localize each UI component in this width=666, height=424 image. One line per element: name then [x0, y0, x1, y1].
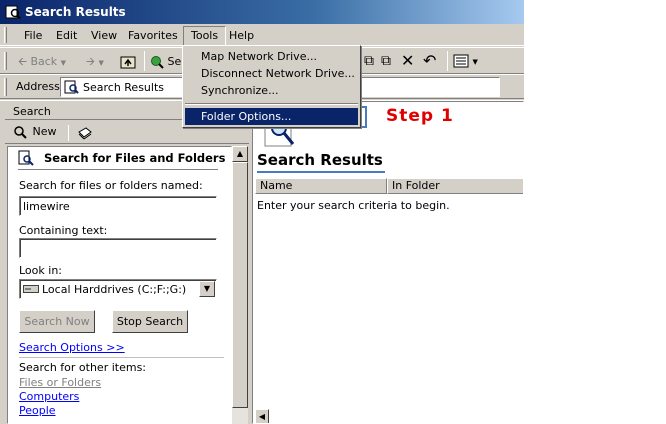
drive-icon	[23, 285, 39, 293]
copy-to-icon[interactable]: ⧉	[381, 53, 391, 69]
search-now-button[interactable]: Search Now	[19, 310, 95, 333]
toolbar-separator-2	[447, 51, 448, 71]
toolbar-separator	[144, 51, 145, 71]
new-search-label: New	[32, 125, 57, 138]
named-input[interactable]: limewire	[19, 196, 217, 216]
forward-button[interactable]: 🡪 ▼	[86, 51, 104, 72]
chevron-down-icon: ▼	[203, 284, 211, 293]
stop-search-button[interactable]: Stop Search	[112, 310, 188, 333]
results-pane: Search Results Name In Folder Enter your…	[252, 101, 524, 424]
other-item-computers-link[interactable]: Computers	[19, 390, 79, 403]
other-items-label: Search for other items:	[19, 361, 146, 374]
column-header-name[interactable]: Name	[255, 178, 387, 194]
menu-separator	[185, 103, 358, 105]
menu-bar: File Edit View Favorites Tools Help	[0, 24, 524, 46]
named-input-value: limewire	[23, 200, 70, 213]
title-bar: Search Results	[0, 0, 524, 24]
views-button[interactable]: ▼	[453, 54, 478, 68]
options-rule	[19, 357, 224, 358]
toolbar-grip[interactable]	[4, 52, 7, 70]
menu-tools[interactable]: Tools	[183, 26, 227, 46]
search-label: Se	[167, 55, 182, 68]
menu-view[interactable]: View	[84, 27, 124, 44]
other-item-files-link[interactable]: Files or Folders	[19, 376, 101, 389]
other-item-people-link[interactable]: People	[19, 404, 56, 417]
menubar-grip[interactable]	[4, 27, 7, 43]
back-label: Back	[30, 55, 58, 68]
back-dropdown-icon: ▼	[60, 59, 67, 67]
panel-title: Search for Files and Folders	[44, 151, 226, 165]
search-window-icon	[5, 5, 21, 20]
forward-dropdown-icon: ▼	[98, 59, 104, 67]
column-header-in-folder[interactable]: In Folder	[387, 178, 523, 194]
undo-icon[interactable]: ↶	[423, 51, 436, 70]
search-results-icon	[64, 80, 79, 94]
step-annotation: Step 1	[386, 106, 454, 126]
window-title: Search Results	[25, 5, 126, 19]
chevron-left-icon: ◀	[258, 412, 266, 421]
menu-edit[interactable]: Edit	[49, 27, 84, 44]
search-globe-icon	[151, 56, 164, 69]
new-search-icon	[14, 126, 27, 139]
search-files-icon	[18, 150, 34, 166]
results-title-underline	[257, 171, 385, 173]
indexing-book-icon[interactable]	[77, 126, 93, 140]
tools-menu: Map Network Drive... Disconnect Network …	[182, 45, 361, 128]
up-folder-icon[interactable]	[120, 55, 136, 69]
results-title: Search Results	[257, 151, 383, 169]
search-pane-title: Search	[13, 105, 51, 118]
chevron-up-icon: ▲	[236, 149, 244, 158]
results-message: Enter your search criteria to begin.	[257, 199, 450, 212]
new-search-button[interactable]: New	[13, 125, 57, 139]
scroll-up-button[interactable]: ▲	[232, 146, 248, 162]
forward-arrow-icon: 🡪	[86, 55, 95, 68]
back-button[interactable]: 🡨 Back ▼	[18, 51, 66, 72]
menu-item-map-network-drive[interactable]: Map Network Drive...	[185, 48, 358, 65]
menu-item-folder-options[interactable]: Folder Options...	[185, 108, 358, 125]
search-pane-scrollbar[interactable]: ▲	[232, 146, 248, 424]
lookin-select[interactable]: Local Harddrives (C:;F:;G:) ▼	[19, 279, 217, 299]
pane-toolbar-separator	[68, 125, 69, 141]
address-label: Address	[16, 80, 60, 93]
menu-item-synchronize[interactable]: Synchronize...	[185, 82, 358, 99]
lookin-value: Local Harddrives (C:;F:;G:)	[42, 283, 187, 296]
move-to-icon[interactable]: ⧉	[364, 53, 374, 69]
views-icon	[453, 54, 469, 68]
menu-favorites[interactable]: Favorites	[121, 27, 185, 44]
panel-title-rule	[18, 169, 218, 170]
back-arrow-icon: 🡨	[18, 55, 27, 68]
menu-help[interactable]: Help	[222, 27, 261, 44]
scroll-thumb[interactable]	[232, 162, 248, 408]
addressbar-grip[interactable]	[4, 78, 7, 96]
delete-icon[interactable]: ✕	[401, 51, 414, 70]
containing-label: Containing text:	[19, 224, 108, 237]
address-value: Search Results	[83, 81, 165, 94]
scroll-left-button[interactable]: ◀	[255, 409, 269, 423]
search-button[interactable]: Se	[150, 51, 181, 72]
search-options-link[interactable]: Search Options >>	[19, 341, 125, 354]
menu-item-disconnect-network-drive[interactable]: Disconnect Network Drive...	[185, 65, 358, 82]
named-label: Search for files or folders named:	[19, 179, 203, 192]
lookin-dropdown-button[interactable]: ▼	[199, 281, 215, 297]
search-criteria-panel: Search for Files and Folders Search for …	[7, 146, 232, 424]
views-dropdown-icon: ▼	[472, 58, 478, 66]
menu-file[interactable]: File	[17, 27, 49, 44]
containing-input[interactable]	[19, 238, 217, 258]
search-pane: Search ✕ New Sea	[5, 101, 249, 424]
lookin-label: Look in:	[19, 264, 62, 277]
